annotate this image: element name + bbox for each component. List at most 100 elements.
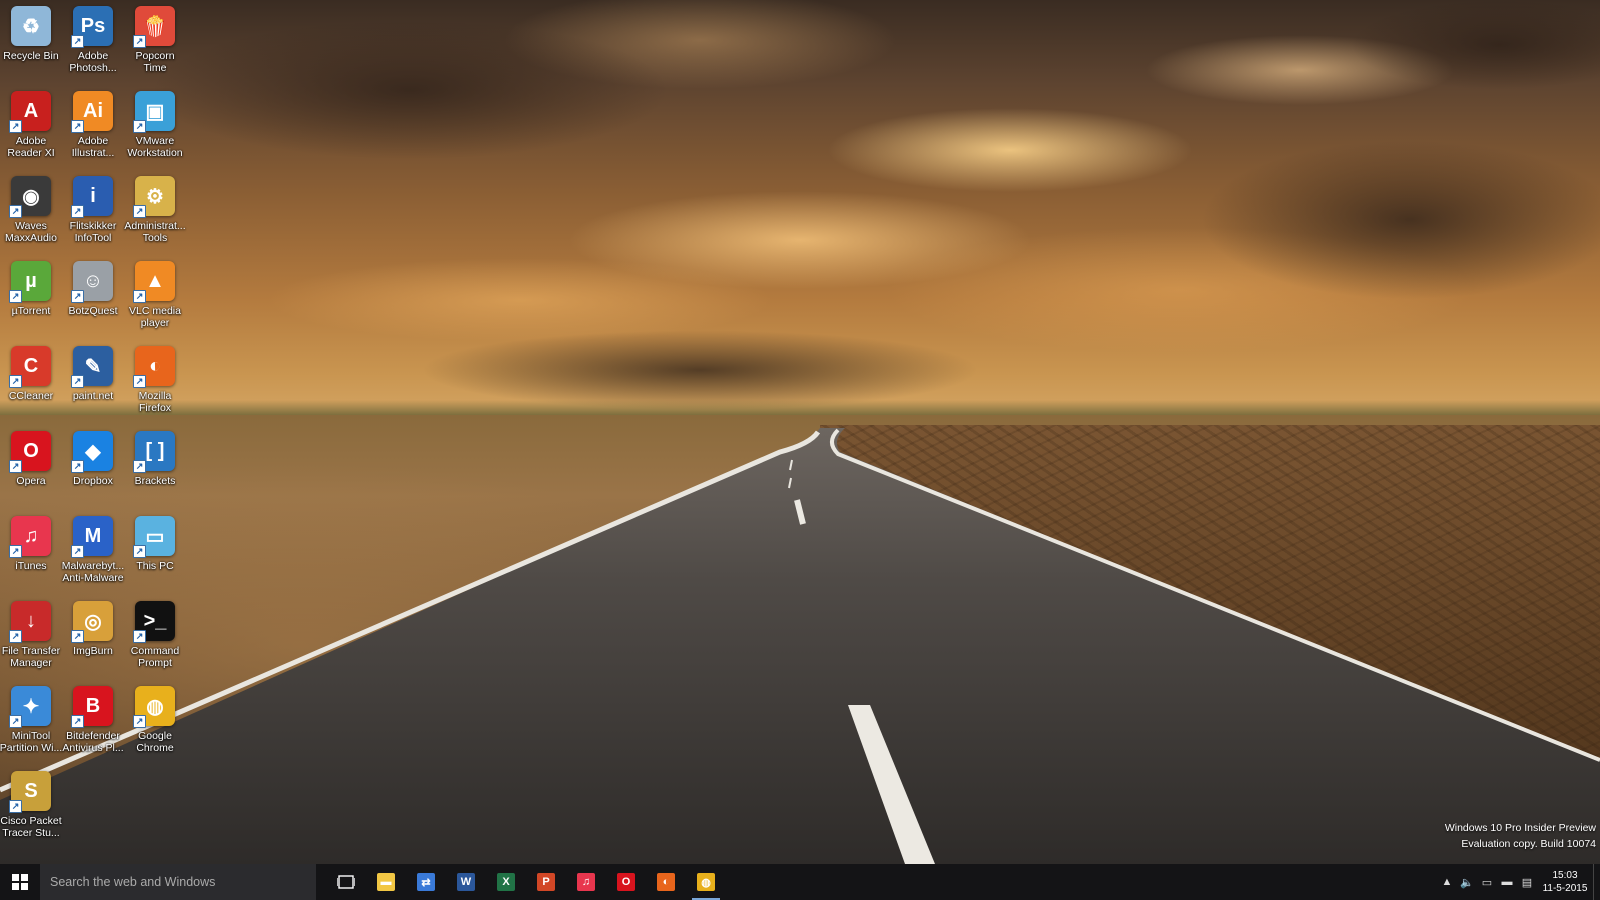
desktop-icon-label: Command Prompt xyxy=(130,645,180,669)
utorrent-icon: µ ↗ xyxy=(9,261,51,303)
taskbar-app-opera[interactable]: O xyxy=(606,864,646,900)
file-transfer-manager-icon: ↓ ↗ xyxy=(9,601,51,643)
shortcut-arrow-icon: ↗ xyxy=(9,205,22,218)
desktop-icon-label: Adobe Reader XI xyxy=(7,135,55,159)
windows-logo-icon xyxy=(12,874,28,890)
network-button[interactable]: ▭ xyxy=(1477,864,1497,900)
cisco-packet-tracer-icon: S ↗ xyxy=(9,771,51,813)
shortcut-arrow-icon: ↗ xyxy=(71,715,84,728)
taskbar-app-word[interactable]: W xyxy=(446,864,486,900)
volume-button[interactable]: 🔈 xyxy=(1457,864,1477,900)
desktop-icon-label: MiniTool Partition Wi... xyxy=(0,730,63,754)
desktop-icon-label: µTorrent xyxy=(11,305,51,317)
popcorn-time-icon: 🍿 ↗ xyxy=(133,6,175,48)
battery-icon: ▬ xyxy=(1501,876,1513,888)
desktop-icon-label: Mozilla Firefox xyxy=(138,390,172,414)
desktop-icon[interactable]: i ↗ Flitskikker InfoTool xyxy=(62,170,124,254)
desktop-icon[interactable]: ▭ ↗ This PC xyxy=(124,510,186,594)
desktop-icon[interactable]: ♫ ↗ iTunes xyxy=(0,510,62,594)
shortcut-arrow-icon: ↗ xyxy=(71,545,84,558)
desktop-icon-label: Adobe Photosh... xyxy=(69,50,117,74)
desktop-icon[interactable]: ▲ ↗ VLC media player xyxy=(124,255,186,339)
desktop-icon[interactable]: ↓ ↗ File Transfer Manager xyxy=(0,595,62,679)
desktop-icon-label: Adobe Illustrat... xyxy=(71,135,115,159)
shortcut-arrow-icon: ↗ xyxy=(133,205,146,218)
excel-icon: X xyxy=(497,873,515,891)
imgburn-icon: ◎ ↗ xyxy=(71,601,113,643)
show-desktop-button[interactable] xyxy=(1593,864,1600,900)
desktop-icon[interactable]: >_ ↗ Command Prompt xyxy=(124,595,186,679)
taskbar-clock[interactable]: 15:03 11-5-2015 xyxy=(1537,869,1593,895)
desktop-icon[interactable]: 🍿 ↗ Popcorn Time xyxy=(124,0,186,84)
desktop-icon-label: Recycle Bin xyxy=(3,50,59,62)
desktop-icon-label: VMware Workstation xyxy=(127,135,183,159)
paint-net-icon: ✎ ↗ xyxy=(71,346,113,388)
desktop-icon[interactable]: [ ] ↗ Brackets xyxy=(124,425,186,509)
desktop-icon-label: Google Chrome xyxy=(136,730,174,754)
shortcut-arrow-icon: ↗ xyxy=(133,290,146,303)
desktop-icon[interactable]: ☺ ↗ BotzQuest xyxy=(62,255,124,339)
chrome-icon: ◍ ↗ xyxy=(133,686,175,728)
desktop-icon[interactable]: ◍ ↗ Google Chrome xyxy=(124,680,186,764)
taskbar-app-file-explorer[interactable]: ▬ xyxy=(366,864,406,900)
desktop-icon-label: Brackets xyxy=(134,475,176,487)
action-center-button[interactable]: ▤ xyxy=(1517,864,1537,900)
desktop-icon[interactable]: ◎ ↗ ImgBurn xyxy=(62,595,124,679)
desktop-icon-label: Waves MaxxAudio xyxy=(5,220,57,244)
show-hidden-icons-button[interactable]: ▲ xyxy=(1437,864,1457,900)
ccleaner-icon: C ↗ xyxy=(9,346,51,388)
desktop-icon[interactable]: ✎ ↗ paint.net xyxy=(62,340,124,424)
network-tray-icon: ▭ xyxy=(1481,876,1493,889)
taskbar-search-input[interactable]: Search the web and Windows xyxy=(40,864,316,900)
shortcut-arrow-icon: ↗ xyxy=(71,290,84,303)
desktop-icon[interactable]: ⚙ ↗ Administrat... Tools xyxy=(124,170,186,254)
desktop-icon[interactable]: µ ↗ µTorrent xyxy=(0,255,62,339)
vlc-icon: ▲ ↗ xyxy=(133,261,175,303)
taskbar-app-firefox[interactable]: ◐ xyxy=(646,864,686,900)
desktop-icon[interactable]: ♻ Recycle Bin xyxy=(0,0,62,84)
desktop-icon-label: paint.net xyxy=(72,390,114,402)
taskbar-app-network-connections[interactable]: ⇄ xyxy=(406,864,446,900)
this-pc-icon: ▭ ↗ xyxy=(133,516,175,558)
desktop-icon-label: Cisco Packet Tracer Stu... xyxy=(0,815,62,839)
desktop-icon[interactable]: ◉ ↗ Waves MaxxAudio xyxy=(0,170,62,254)
shortcut-arrow-icon: ↗ xyxy=(71,205,84,218)
desktop-icon[interactable]: Ai ↗ Adobe Illustrat... xyxy=(62,85,124,169)
taskbar-app-excel[interactable]: X xyxy=(486,864,526,900)
malwarebytes-icon: M ↗ xyxy=(71,516,113,558)
desktop-icon[interactable]: S ↗ Cisco Packet Tracer Stu... xyxy=(0,765,62,849)
task-view-button[interactable] xyxy=(326,864,366,900)
desktop-icon-label: Bitdefender Antivirus Pl... xyxy=(62,730,124,754)
shortcut-arrow-icon: ↗ xyxy=(9,800,22,813)
shortcut-arrow-icon: ↗ xyxy=(133,460,146,473)
vmware-workstation-icon: ▣ ↗ xyxy=(133,91,175,133)
shortcut-arrow-icon: ↗ xyxy=(71,120,84,133)
desktop-icon-label: Malwarebyt... Anti-Malware xyxy=(61,560,125,584)
desktop-icon[interactable]: A ↗ Adobe Reader XI xyxy=(0,85,62,169)
taskbar-app-powerpoint[interactable]: P xyxy=(526,864,566,900)
battery-button[interactable]: ▬ xyxy=(1497,864,1517,900)
taskbar-app-chrome[interactable]: ◍ xyxy=(686,864,726,900)
desktop-icon[interactable]: ◐ ↗ Mozilla Firefox xyxy=(124,340,186,424)
desktop-icon-label: Popcorn Time xyxy=(135,50,175,74)
desktop-icon[interactable]: C ↗ CCleaner xyxy=(0,340,62,424)
firefox-icon: ◐ xyxy=(657,873,675,891)
desktop-icon-label: Dropbox xyxy=(73,475,113,487)
shortcut-arrow-icon: ↗ xyxy=(133,35,146,48)
administrative-tools-icon: ⚙ ↗ xyxy=(133,176,175,218)
chrome-icon: ◍ xyxy=(697,873,715,891)
desktop-icon[interactable]: M ↗ Malwarebyt... Anti-Malware xyxy=(62,510,124,594)
desktop-icon[interactable]: Ps ↗ Adobe Photosh... xyxy=(62,0,124,84)
clock-time: 15:03 xyxy=(1552,870,1578,881)
desktop-icon[interactable]: O ↗ Opera xyxy=(0,425,62,509)
shortcut-arrow-icon: ↗ xyxy=(9,715,22,728)
desktop-icon[interactable]: ▣ ↗ VMware Workstation xyxy=(124,85,186,169)
shortcut-arrow-icon: ↗ xyxy=(71,460,84,473)
desktop-icon[interactable]: B ↗ Bitdefender Antivirus Pl... xyxy=(62,680,124,764)
taskbar-app-itunes[interactable]: ♫ xyxy=(566,864,606,900)
start-button[interactable] xyxy=(0,864,40,900)
flitskikker-infotool-icon: i ↗ xyxy=(71,176,113,218)
desktop-icon[interactable]: ◆ ↗ Dropbox xyxy=(62,425,124,509)
desktop-icon[interactable]: ✦ ↗ MiniTool Partition Wi... xyxy=(0,680,62,764)
wallpaper-road xyxy=(0,428,1600,864)
